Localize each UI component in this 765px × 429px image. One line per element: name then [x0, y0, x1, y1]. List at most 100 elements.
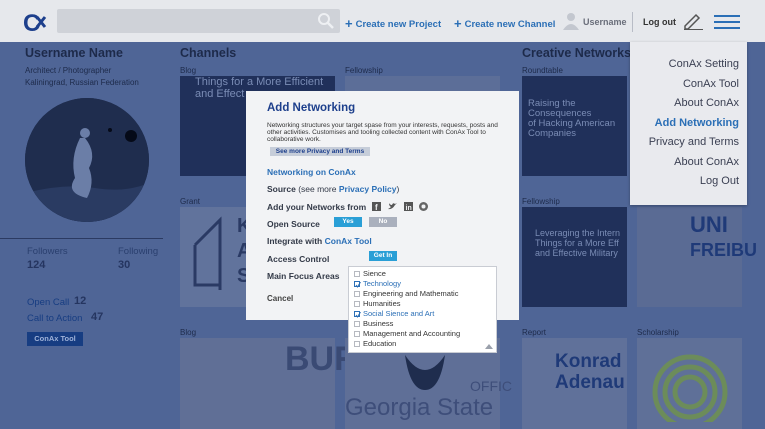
username-link[interactable]: Username [583, 17, 627, 27]
checkbox-icon[interactable] [354, 321, 360, 327]
conax-logo[interactable]: C [23, 9, 51, 35]
search-icon[interactable] [317, 12, 335, 30]
followers-count[interactable]: 124 [27, 259, 45, 271]
conax-tool-link[interactable]: ConAx Tool [325, 236, 372, 246]
checkbox-icon[interactable] [354, 271, 360, 277]
twitter-icon[interactable] [388, 202, 397, 211]
checkbox-management[interactable]: Management and Accounting [354, 329, 460, 339]
checkbox-engineering[interactable]: Engineering and Mathematic [354, 289, 458, 299]
focus-areas-list[interactable]: Sience Technology Engineering and Mathem… [348, 266, 497, 353]
plus-icon: + [454, 16, 462, 31]
card-text: Georgia State [345, 394, 494, 421]
profile-location: Kaliningrad, Russian Federation [25, 78, 139, 87]
checkbox-icon[interactable] [354, 301, 360, 307]
modal-description: Networking structures your target spase … [267, 122, 498, 143]
menu-item-about-conax[interactable]: About ConAx [674, 97, 739, 109]
call-to-action-count: 47 [91, 311, 104, 323]
card-text: OFFIC [470, 378, 512, 394]
checkbox-icon[interactable] [354, 341, 360, 347]
card-label: Blog [180, 66, 197, 75]
yes-toggle[interactable]: Yes [334, 217, 362, 227]
card-label: Blog [180, 328, 197, 337]
menu-item-conax-tool[interactable]: ConAx Tool [683, 78, 739, 90]
card-text: Leveraging the Intern [535, 228, 621, 238]
card-graphic [193, 216, 222, 290]
focus-areas-label: Main Focus Areas [267, 271, 340, 281]
menu-item-add-networking[interactable]: Add Networking [655, 117, 739, 129]
call-to-action-link[interactable]: Call to Action [27, 313, 82, 324]
svg-text:C: C [23, 10, 40, 35]
card-graphic [652, 354, 728, 422]
cancel-button[interactable]: Cancel [267, 294, 293, 303]
checkbox-business[interactable]: Business [354, 319, 393, 329]
card-text: Things for a More Efficient [195, 76, 324, 88]
checkbox-icon[interactable] [354, 331, 360, 337]
card-label: Scholarship [637, 328, 679, 337]
networks-label: Add your Networks from [267, 202, 367, 212]
search-input[interactable] [57, 9, 340, 33]
plus-icon: + [345, 16, 353, 31]
top-bar: C + Create new Project + Create new Channe… [0, 0, 765, 42]
privacy-policy-link[interactable]: Privacy Policy [339, 184, 397, 194]
modal-title: Add Networking [267, 102, 356, 114]
access-control-label: Access Control [267, 254, 330, 264]
card-label: Report [522, 328, 547, 337]
card-text: UNI [690, 212, 728, 237]
source-row: Source (see more Privacy Policy) [267, 184, 399, 194]
card-label: Grant [180, 197, 201, 206]
card-text: and Effective Military [535, 248, 618, 258]
checkbox-technology[interactable]: Technology [354, 279, 401, 289]
get-in-button[interactable]: Get In [369, 251, 397, 261]
svg-text:in: in [406, 205, 412, 211]
menu-item-privacy-terms[interactable]: Privacy and Terms [649, 136, 739, 148]
following-label: Following [118, 246, 159, 257]
privacy-terms-button[interactable]: See more Privacy and Terms [270, 147, 370, 156]
menu-item-logout[interactable]: Log Out [700, 175, 739, 187]
edit-icon[interactable] [682, 12, 704, 30]
creative-heading: Creative Networks [522, 46, 632, 60]
card-label: Roundtable [522, 66, 563, 75]
divider [632, 12, 633, 32]
checkbox-icon[interactable] [354, 291, 360, 297]
user-icon[interactable] [563, 12, 579, 30]
followers-label: Followers [27, 246, 68, 257]
conax-tool-button[interactable]: ConAx Tool [27, 332, 83, 346]
integrate-label: Integrate with [267, 236, 323, 246]
scroll-up-icon[interactable] [485, 344, 493, 349]
checkbox-sience[interactable]: Sience [354, 269, 386, 279]
avatar-image [25, 98, 149, 222]
card-label: Fellowship [345, 66, 383, 75]
hamburger-menu-icon[interactable] [714, 15, 740, 29]
svg-text:f: f [375, 203, 378, 211]
source-end: ) [396, 184, 400, 194]
profile-role: Architect / Photographer [25, 66, 112, 75]
modal-subtitle: Networking on ConAx [267, 167, 356, 177]
card-text: Adenau [555, 372, 625, 393]
card-text: Konrad [555, 351, 622, 372]
checkbox-social-sience[interactable]: Social Sience and Art [354, 309, 434, 319]
facebook-icon[interactable]: f [372, 202, 381, 211]
checkbox-education[interactable]: Education [354, 339, 396, 349]
open-call-link[interactable]: Open Call [27, 297, 69, 308]
avatar[interactable] [25, 98, 149, 222]
check-icon[interactable] [354, 311, 361, 318]
source-see-more: (see more [298, 184, 337, 194]
card-text: Things for a More Eff [535, 238, 619, 248]
linkedin-icon[interactable]: in [404, 202, 413, 211]
channels-heading: Channels [180, 46, 237, 60]
checkbox-humanities[interactable]: Humanities [354, 299, 401, 309]
following-count[interactable]: 30 [118, 259, 130, 271]
card-text: FREIBU [690, 240, 757, 260]
logout-link[interactable]: Log out [643, 17, 676, 27]
open-source-label: Open Source [267, 219, 320, 229]
no-toggle[interactable]: No [369, 217, 397, 227]
open-call-count: 12 [74, 295, 87, 307]
profile-name: Username Name [25, 46, 123, 60]
menu-item-about-conax[interactable]: About ConAx [674, 156, 739, 168]
create-project-link[interactable]: + Create new Project [345, 16, 441, 31]
menu-item-conax-setting[interactable]: ConAx Setting [669, 58, 739, 70]
check-icon[interactable] [354, 281, 361, 288]
card-label: Fellowship [522, 197, 560, 206]
rss-icon[interactable] [419, 202, 428, 211]
create-channel-link[interactable]: + Create new Channel [454, 16, 555, 31]
